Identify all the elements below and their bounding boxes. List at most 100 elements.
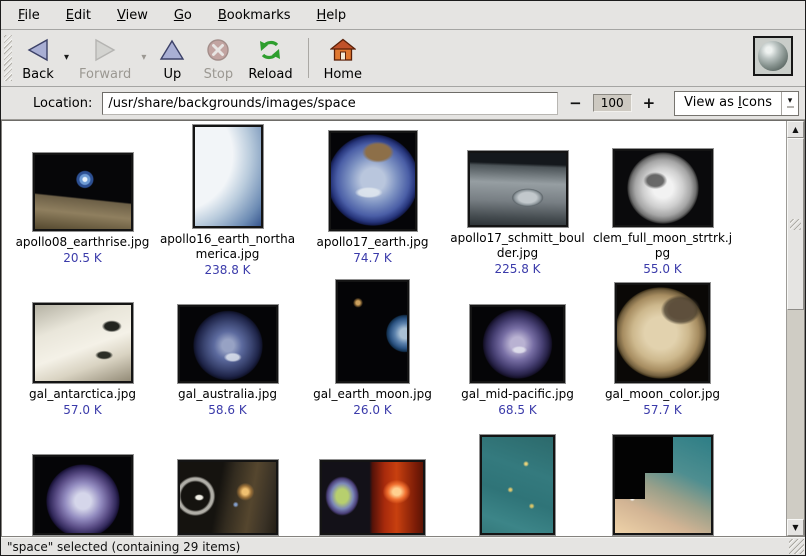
scroll-down-arrow-icon[interactable]: ▼: [787, 519, 804, 536]
back-label: Back: [22, 67, 54, 82]
menu-view[interactable]: View: [104, 4, 161, 27]
reload-label: Reload: [248, 67, 292, 82]
file-thumbnail[interactable]: [468, 151, 568, 227]
file-size: 225.8 K: [494, 262, 540, 277]
home-label: Home: [324, 67, 362, 82]
file-thumbnail[interactable]: [615, 283, 710, 383]
vertical-scrollbar[interactable]: ▲ ▼: [786, 121, 804, 536]
throbber-globe-icon: [758, 41, 788, 71]
file-item-clem-full-moon[interactable]: clem_full_moon_strtrk.jpg 55.0 K: [590, 125, 735, 277]
file-size: 68.5 K: [498, 403, 536, 418]
file-thumbnail[interactable]: [193, 125, 263, 228]
location-label: Location:: [33, 96, 92, 111]
file-item-apollo17-earth[interactable]: apollo17_earth.jpg 74.7 K: [300, 125, 445, 277]
file-thumbnail[interactable]: [33, 455, 133, 535]
forward-history-dropdown[interactable]: ▾: [138, 52, 149, 63]
file-name: gal_mid-pacific.jpg: [461, 387, 574, 402]
file-row: gal_antarctica.jpg 57.0 K gal_australia.…: [2, 277, 786, 429]
file-size: 55.0 K: [643, 262, 681, 277]
file-thumbnail[interactable]: [329, 131, 417, 231]
back-button[interactable]: Back: [15, 32, 61, 84]
file-thumbnail[interactable]: [613, 435, 713, 535]
scrollbar-grip-icon: [790, 219, 801, 230]
file-name: apollo16_earth_northamerica.jpg: [157, 232, 298, 262]
file-thumbnail[interactable]: [613, 149, 713, 227]
menu-file[interactable]: File: [5, 4, 53, 27]
chevron-down-icon[interactable]: ▾: [781, 92, 798, 115]
file-item[interactable]: [445, 429, 590, 536]
file-grid: apollo08_earthrise.jpg 20.5 K apollo16_e…: [2, 121, 786, 536]
file-thumbnail[interactable]: [178, 460, 278, 535]
menu-bookmarks[interactable]: Bookmarks: [205, 4, 304, 27]
file-item-apollo08-earthrise[interactable]: apollo08_earthrise.jpg 20.5 K: [10, 125, 155, 277]
file-thumbnail[interactable]: [33, 153, 133, 231]
file-manager-window: File Edit View Go Bookmarks Help Back ▾ …: [0, 0, 806, 556]
file-item-apollo16-earth-northamerica[interactable]: apollo16_earth_northamerica.jpg 238.8 K: [155, 125, 300, 277]
file-name: apollo08_earthrise.jpg: [16, 235, 150, 250]
file-name: apollo17_earth.jpg: [317, 235, 429, 250]
file-size: 74.7 K: [353, 251, 391, 266]
forward-icon: [92, 37, 118, 63]
up-label: Up: [163, 67, 181, 82]
file-name: apollo17_schmitt_boulder.jpg: [447, 231, 588, 261]
file-name: gal_moon_color.jpg: [605, 387, 720, 402]
up-icon: [159, 37, 185, 63]
file-thumbnail[interactable]: [320, 460, 425, 535]
reload-icon: [257, 37, 283, 63]
toolbar: Back ▾ Forward ▾ Up Stop: [1, 30, 805, 87]
home-icon: [330, 37, 356, 63]
menu-go[interactable]: Go: [161, 4, 205, 27]
toolbar-drag-handle[interactable]: [4, 35, 12, 81]
file-item-gal-antarctica[interactable]: gal_antarctica.jpg 57.0 K: [10, 277, 155, 429]
view-as-dropdown[interactable]: View as Icons ▾: [674, 91, 799, 116]
file-name: gal_australia.jpg: [178, 387, 277, 402]
zoom-in-button[interactable]: +: [638, 92, 661, 114]
file-item-gal-mid-pacific[interactable]: gal_mid-pacific.jpg 68.5 K: [445, 277, 590, 429]
file-item[interactable]: [155, 429, 300, 536]
menu-edit[interactable]: Edit: [53, 4, 104, 27]
file-item-gal-earth-moon[interactable]: gal_earth_moon.jpg 26.0 K: [300, 277, 445, 429]
file-size: 20.5 K: [63, 251, 101, 266]
status-text: "space" selected (containing 29 items): [7, 540, 240, 554]
forward-button[interactable]: Forward: [72, 32, 138, 84]
file-row: [2, 429, 786, 536]
back-icon: [25, 37, 51, 63]
file-name: gal_earth_moon.jpg: [313, 387, 432, 402]
status-bar: "space" selected (containing 29 items): [1, 537, 805, 555]
reload-button[interactable]: Reload: [241, 32, 299, 84]
file-item[interactable]: [10, 429, 155, 536]
file-thumbnail[interactable]: [178, 305, 278, 383]
file-view[interactable]: apollo08_earthrise.jpg 20.5 K apollo16_e…: [1, 120, 805, 537]
back-history-dropdown[interactable]: ▾: [61, 52, 72, 63]
file-item-gal-moon-color[interactable]: gal_moon_color.jpg 57.7 K: [590, 277, 735, 429]
file-item-gal-australia[interactable]: gal_australia.jpg 58.6 K: [155, 277, 300, 429]
stop-label: Stop: [204, 67, 234, 82]
toolbar-separator: [308, 38, 309, 78]
location-input[interactable]: [102, 92, 558, 115]
file-thumbnail[interactable]: [470, 305, 565, 383]
file-item-apollo17-schmitt-boulder[interactable]: apollo17_schmitt_boulder.jpg 225.8 K: [445, 125, 590, 277]
throbber: [753, 36, 793, 76]
file-size: 57.0 K: [63, 403, 101, 418]
up-button[interactable]: Up: [149, 32, 195, 84]
file-thumbnail[interactable]: [33, 303, 133, 383]
stop-button[interactable]: Stop: [195, 32, 241, 84]
file-size: 26.0 K: [353, 403, 391, 418]
window-resize-grip[interactable]: [789, 539, 804, 554]
file-size: 58.6 K: [208, 403, 246, 418]
file-name: gal_antarctica.jpg: [29, 387, 136, 402]
scrollbar-thumb[interactable]: [787, 138, 804, 310]
file-item[interactable]: [300, 429, 445, 536]
home-button[interactable]: Home: [317, 32, 369, 84]
zoom-out-button[interactable]: −: [564, 92, 587, 114]
file-thumbnail[interactable]: [480, 435, 555, 535]
file-row: apollo08_earthrise.jpg 20.5 K apollo16_e…: [2, 125, 786, 277]
file-size: 57.7 K: [643, 403, 681, 418]
menu-bar: File Edit View Go Bookmarks Help: [1, 1, 805, 30]
scroll-up-arrow-icon[interactable]: ▲: [787, 121, 804, 138]
menu-help[interactable]: Help: [304, 4, 360, 27]
file-thumbnail[interactable]: [336, 280, 409, 383]
file-item[interactable]: [590, 429, 735, 536]
zoom-level-indicator[interactable]: 100: [593, 94, 632, 112]
view-as-label: View as Icons: [675, 92, 781, 115]
